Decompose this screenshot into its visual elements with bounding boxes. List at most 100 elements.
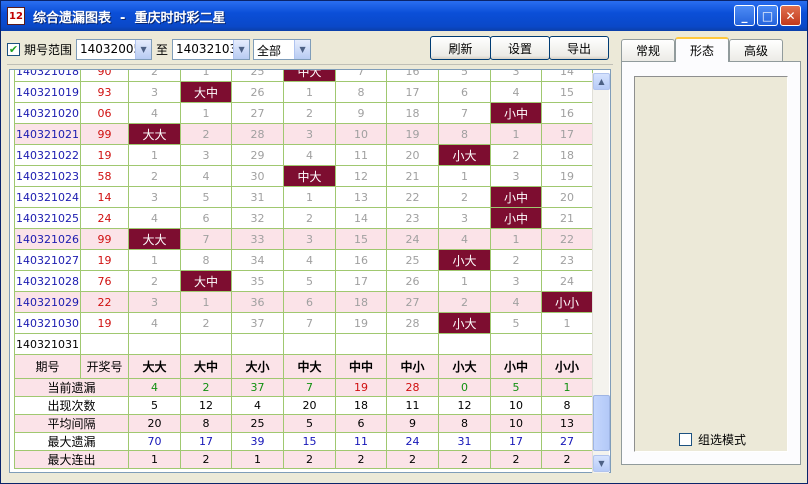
omission-table: 140321018 90 2 1 25 中大 7 16 5 3 14 140321019 93 3 大中 26… xyxy=(14,70,593,469)
omission-cell: 12 xyxy=(335,165,387,187)
omission-cell: 5 xyxy=(490,312,542,334)
from-period-select[interactable]: 140320051 ▼ xyxy=(76,38,153,60)
column-header[interactable]: 中中 xyxy=(335,354,387,379)
column-header-row: 期号 开奖号 大大 大中 大小 中大 中中 中小 小大 小中 小小 xyxy=(14,354,593,379)
omission-cell: 19 xyxy=(335,312,387,334)
divider xyxy=(7,64,613,65)
options-panel xyxy=(634,76,788,452)
stats-value: 1 xyxy=(541,378,593,397)
omission-cell: 4 xyxy=(283,249,336,271)
stats-value: 24 xyxy=(386,432,439,451)
column-header[interactable]: 期号 xyxy=(14,354,81,379)
omission-cell: 6 xyxy=(180,207,232,229)
omission-cell: 14 xyxy=(541,70,593,82)
omission-cell: 4 xyxy=(283,144,336,166)
omission-cell: 25 xyxy=(386,249,439,271)
omission-cell xyxy=(335,333,387,355)
stats-value: 17 xyxy=(490,432,542,451)
tab-regular[interactable]: 常规 xyxy=(621,39,676,61)
hit-cell: 小中 xyxy=(490,186,542,208)
column-header[interactable]: 中小 xyxy=(386,354,439,379)
filter-select[interactable]: 全部 ▼ xyxy=(253,38,312,60)
chevron-down-icon[interactable]: ▼ xyxy=(135,39,152,59)
chevron-down-icon[interactable]: ▼ xyxy=(294,39,311,59)
stats-value: 8 xyxy=(541,396,593,415)
scroll-up-icon[interactable]: ▲ xyxy=(593,73,610,90)
omission-cell: 22 xyxy=(541,228,593,250)
omission-cell: 3 xyxy=(128,186,181,208)
scroll-thumb[interactable] xyxy=(593,395,610,451)
draw-number-cell: 93 xyxy=(80,81,129,103)
omission-cell: 3 xyxy=(438,207,491,229)
omission-cell: 16 xyxy=(541,102,593,124)
stats-label: 最大遗漏 xyxy=(14,432,129,451)
column-header[interactable]: 中大 xyxy=(283,354,336,379)
stats-value: 7 xyxy=(283,378,336,397)
stats-value: 18 xyxy=(335,396,387,415)
omission-cell: 26 xyxy=(231,81,284,103)
vertical-scrollbar[interactable]: ▲ ▼ xyxy=(592,73,610,473)
maximize-button[interactable]: □ xyxy=(757,5,778,26)
omission-cell: 2 xyxy=(128,270,181,292)
stats-value: 10 xyxy=(490,414,542,433)
group-mode-label: 组选模式 xyxy=(698,433,747,447)
omission-cell: 1 xyxy=(128,249,181,271)
stats-value: 4 xyxy=(231,396,284,415)
to-period-select[interactable]: 140321030 ▼ xyxy=(172,38,251,60)
stats-value: 15 xyxy=(283,432,336,451)
group-mode-checkbox[interactable] xyxy=(679,433,692,446)
filter-value: 全部 xyxy=(257,43,282,58)
stats-value: 39 xyxy=(231,432,284,451)
omission-cell: 6 xyxy=(283,291,336,313)
tab-shape[interactable]: 形态 xyxy=(675,37,730,62)
omission-cell: 19 xyxy=(386,123,439,145)
hit-cell: 小大 xyxy=(438,249,491,271)
omission-cell: 3 xyxy=(490,70,542,82)
omission-cell: 30 xyxy=(231,165,284,187)
column-header[interactable]: 小小 xyxy=(541,354,593,379)
period-cell: 140321027 xyxy=(14,249,81,271)
omission-cell: 7 xyxy=(283,312,336,334)
column-header[interactable]: 开奖号 xyxy=(80,354,129,379)
omission-cell: 18 xyxy=(335,291,387,313)
export-button[interactable]: 导出 xyxy=(549,36,609,60)
omission-cell xyxy=(541,333,593,355)
hit-cell: 小中 xyxy=(490,207,542,229)
range-checkbox[interactable]: ✔ xyxy=(7,42,20,56)
window-title: 综合遗漏图表 - 重庆时时彩二星 xyxy=(33,10,226,26)
close-button[interactable]: ✕ xyxy=(780,5,801,26)
omission-cell: 29 xyxy=(231,144,284,166)
stats-value: 2 xyxy=(180,378,232,397)
chevron-down-icon[interactable]: ▼ xyxy=(233,39,250,59)
omission-cell: 1 xyxy=(283,186,336,208)
table-row: 140321022 19 1 3 29 4 11 20 小大 2 18 xyxy=(14,144,593,166)
stats-value: 19 xyxy=(335,378,387,397)
title-bar[interactable]: 12 综合遗漏图表 - 重庆时时彩二星 _ □ ✕ xyxy=(1,1,807,31)
omission-cell: 13 xyxy=(335,186,387,208)
column-header[interactable]: 大中 xyxy=(180,354,232,379)
draw-number-cell: 99 xyxy=(80,123,129,145)
table-row: 140321024 14 3 5 31 1 13 22 2 小中 20 xyxy=(14,186,593,208)
column-header[interactable]: 小中 xyxy=(490,354,542,379)
omission-cell: 15 xyxy=(335,228,387,250)
column-header[interactable]: 大小 xyxy=(231,354,284,379)
group-mode-option[interactable]: 组选模式 xyxy=(679,431,746,448)
omission-cell: 3 xyxy=(283,123,336,145)
table-row: 140321020 06 4 1 27 2 9 18 7 小中 16 xyxy=(14,102,593,124)
omission-cell: 3 xyxy=(180,144,232,166)
scroll-down-icon[interactable]: ▼ xyxy=(593,455,610,472)
tab-advanced[interactable]: 高级 xyxy=(729,39,784,61)
minimize-button[interactable]: _ xyxy=(734,5,755,26)
refresh-button[interactable]: 刷新 xyxy=(430,36,491,60)
settings-button[interactable]: 设置 xyxy=(490,36,550,60)
table-row: 140321021 99 大大 2 28 3 10 19 8 1 17 xyxy=(14,123,593,145)
hit-cell: 大中 xyxy=(180,81,232,103)
table-row: 140321028 76 2 大中 35 5 17 26 1 3 24 xyxy=(14,270,593,292)
column-header[interactable]: 大大 xyxy=(128,354,181,379)
table-row: 140321031 xyxy=(14,333,593,355)
omission-cell: 3 xyxy=(128,81,181,103)
omission-cell xyxy=(438,333,491,355)
stats-value: 70 xyxy=(128,432,181,451)
column-header[interactable]: 小大 xyxy=(438,354,491,379)
omission-cell: 1 xyxy=(180,70,232,82)
